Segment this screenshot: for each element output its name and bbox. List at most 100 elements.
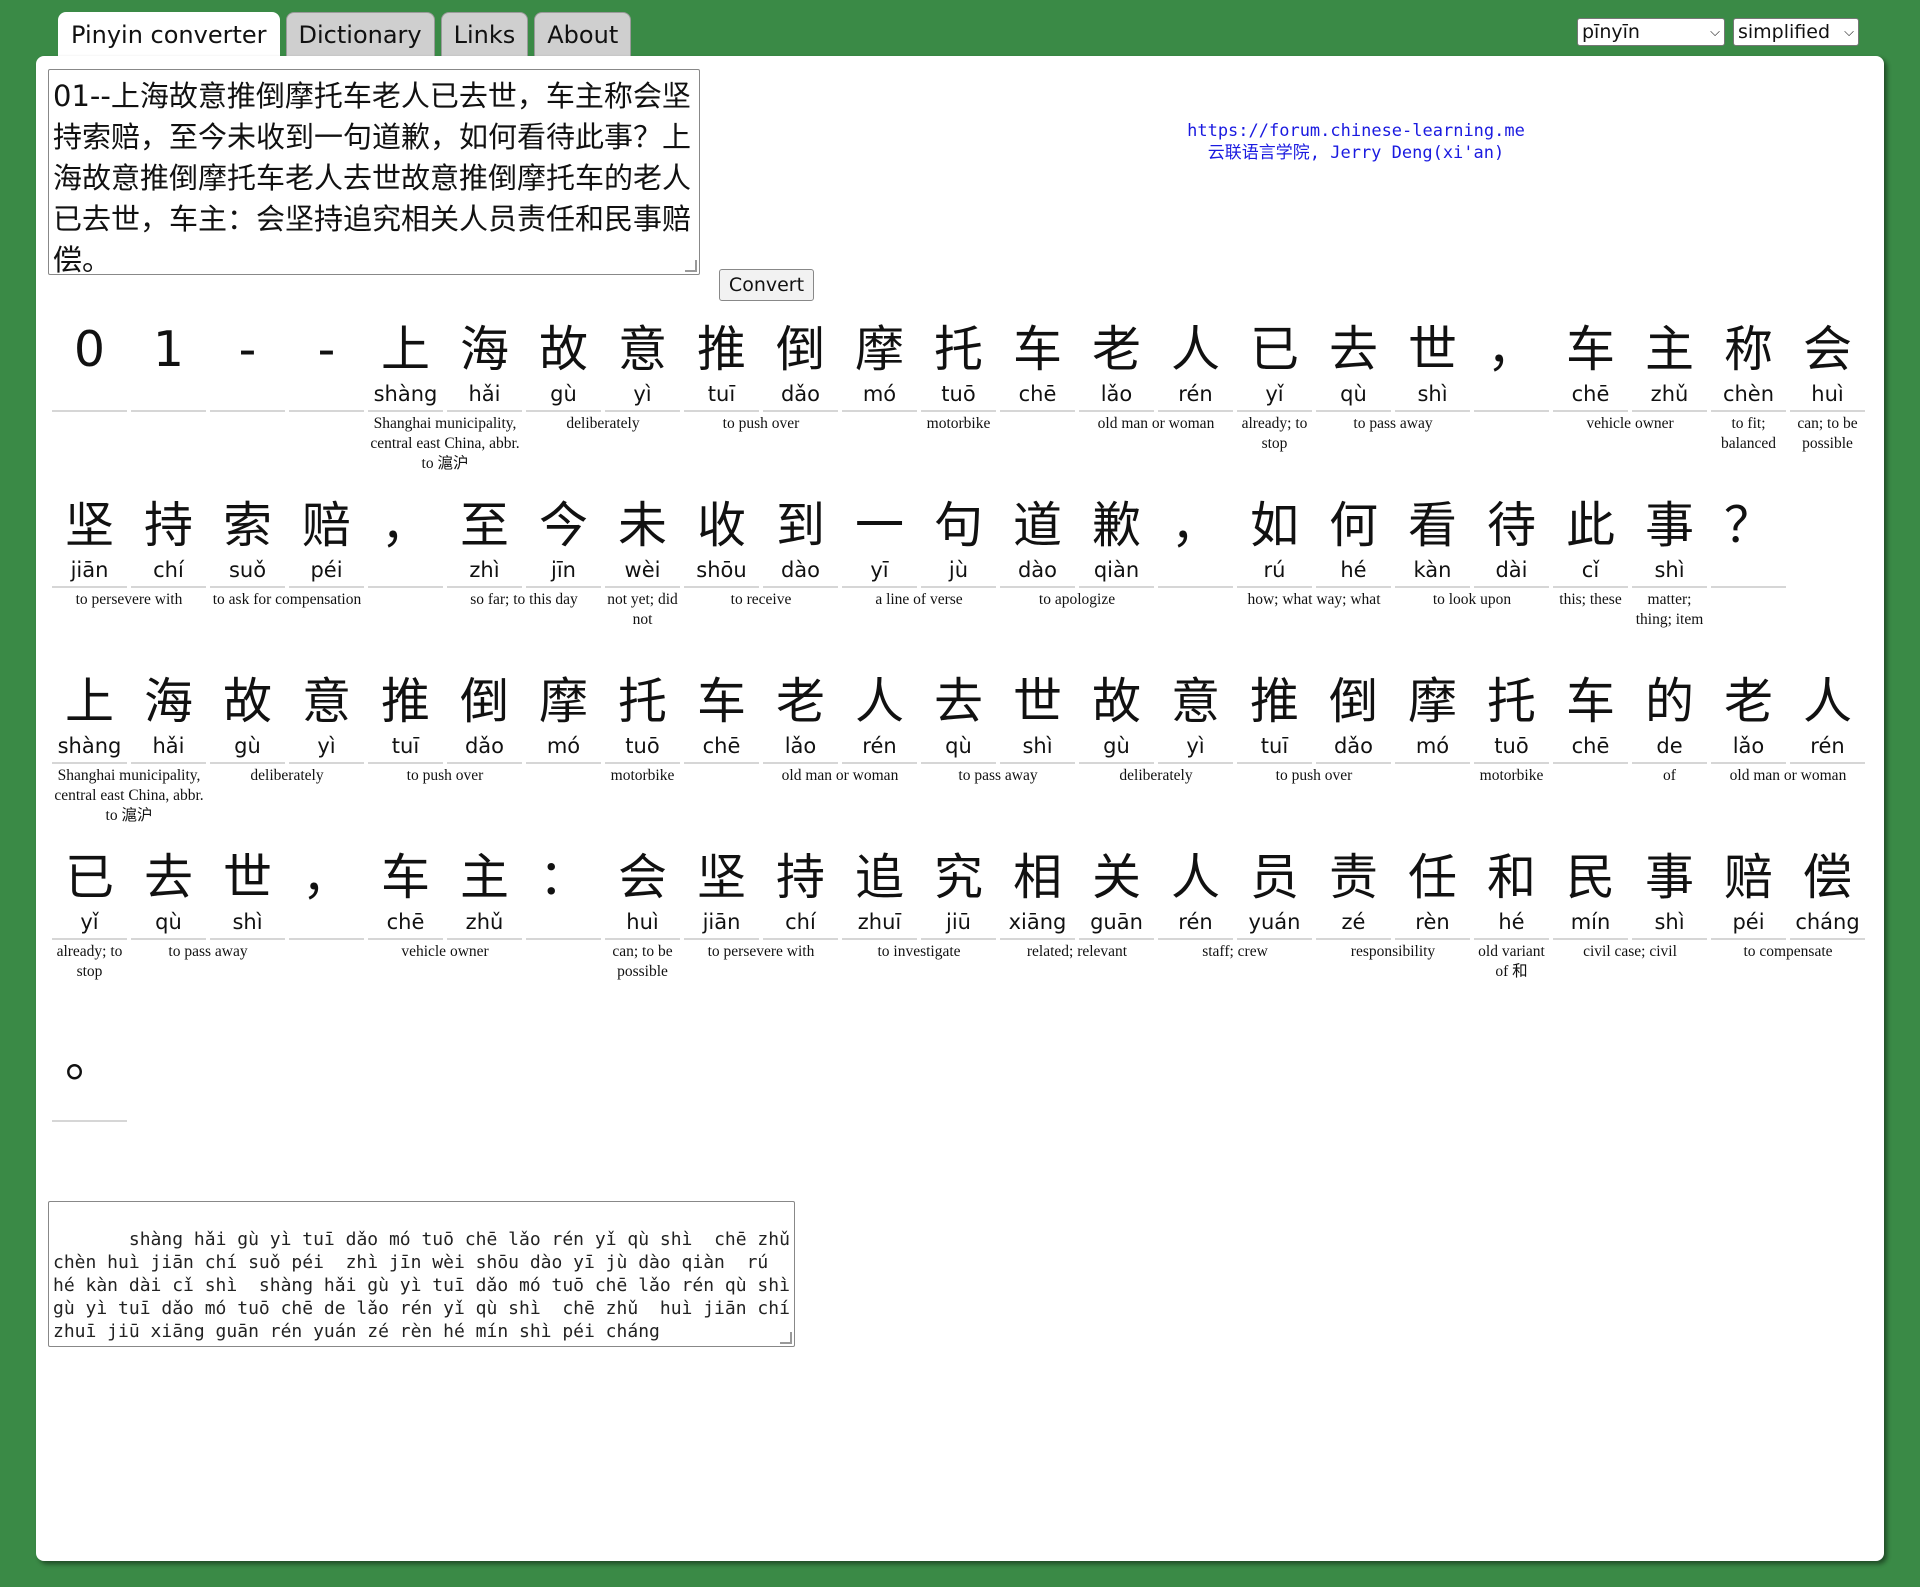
char-cell[interactable]: 车 chē [1551, 672, 1630, 852]
char-cell[interactable]: 世 shì [208, 848, 287, 1028]
tab-about[interactable]: About [534, 12, 632, 57]
chinese-input-textarea[interactable]: 01--上海故意推倒摩托车老人已去世，车主称会坚持索赔，至今未收到一句道歉，如何… [48, 69, 700, 275]
char-cell[interactable]: 此 cǐ [1551, 496, 1630, 676]
char-cell[interactable]: 车 chē [1551, 320, 1630, 500]
char-cell[interactable]: 倒 dǎo [1314, 672, 1393, 852]
char-cell[interactable]: 至 zhì [445, 496, 524, 676]
char-cell[interactable]: 倒 dǎo [445, 672, 524, 852]
char-cell[interactable]: 持 chí [129, 496, 208, 676]
char-cell[interactable]: 车 chē [682, 672, 761, 852]
char-cell[interactable]: 句 jù [919, 496, 998, 676]
char-cell[interactable]: 歉 qiàn [1077, 496, 1156, 676]
char-cell[interactable]: 世 shì [1393, 320, 1472, 500]
char-cell[interactable]: 0 [50, 320, 129, 500]
char-cell[interactable]: 员 yuán [1235, 848, 1314, 1028]
char-cell[interactable]: 关 guān [1077, 848, 1156, 1028]
script-select[interactable]: simplified ⌵ [1733, 18, 1859, 46]
char-cell[interactable]: 收 shōu [682, 496, 761, 676]
char-cell[interactable]: 人 rén [1156, 320, 1235, 500]
char-cell[interactable]: 事 shì [1630, 496, 1709, 676]
char-cell[interactable]: 推 tuī [1235, 672, 1314, 852]
char-cell[interactable]: 托 tuō [603, 672, 682, 852]
char-cell[interactable]: 待 dài [1472, 496, 1551, 676]
char-cell[interactable]: 老 lǎo [761, 672, 840, 852]
char-cell[interactable]: 摩 mó [524, 672, 603, 852]
char-cell[interactable]: 相 xiāng [998, 848, 1077, 1028]
char-cell[interactable]: 称 chèn [1709, 320, 1788, 500]
char-cell[interactable]: 究 jiū [919, 848, 998, 1028]
convert-button[interactable]: Convert [719, 269, 814, 301]
resize-handle-icon[interactable] [685, 260, 697, 272]
char-cell[interactable]: 的 de [1630, 672, 1709, 852]
char-cell[interactable]: 去 qù [129, 848, 208, 1028]
char-cell[interactable]: 托 tuō [1472, 672, 1551, 852]
char-cell[interactable]: 摩 mó [840, 320, 919, 500]
tab-dictionary[interactable]: Dictionary [285, 12, 435, 57]
char-cell[interactable]: 。 [50, 1030, 129, 1210]
char-cell[interactable]: - [208, 320, 287, 500]
resize-handle-icon[interactable] [780, 1332, 792, 1344]
char-cell[interactable]: 如 rú [1235, 496, 1314, 676]
char-cell[interactable]: 故 gù [208, 672, 287, 852]
char-cell[interactable]: - [287, 320, 366, 500]
char-cell[interactable]: 人 rén [1788, 672, 1867, 852]
char-cell[interactable]: ， [1156, 496, 1235, 676]
char-cell[interactable]: 主 zhǔ [445, 848, 524, 1028]
char-cell[interactable]: 意 yì [287, 672, 366, 852]
char-cell[interactable]: 民 mín [1551, 848, 1630, 1028]
char-cell[interactable]: 和 hé [1472, 848, 1551, 1028]
char-cell[interactable]: 赔 péi [287, 496, 366, 676]
char-cell[interactable]: 倒 dǎo [761, 320, 840, 500]
char-cell[interactable]: ？ [1709, 496, 1788, 676]
char-cell[interactable]: 赔 péi [1709, 848, 1788, 1028]
char-cell[interactable]: 主 zhǔ [1630, 320, 1709, 500]
char-cell[interactable]: 托 tuō [919, 320, 998, 500]
char-cell[interactable]: 1 [129, 320, 208, 500]
char-cell[interactable]: 故 gù [1077, 672, 1156, 852]
char-cell[interactable]: 老 lǎo [1077, 320, 1156, 500]
char-cell[interactable]: 推 tuī [682, 320, 761, 500]
char-cell[interactable]: 去 qù [1314, 320, 1393, 500]
char-cell[interactable]: 今 jīn [524, 496, 603, 676]
romanization-select[interactable]: pīnyīn ⌵ [1577, 18, 1725, 46]
char-cell[interactable]: 到 dào [761, 496, 840, 676]
char-cell[interactable]: 意 yì [1156, 672, 1235, 852]
char-cell[interactable]: 道 dào [998, 496, 1077, 676]
char-cell[interactable]: 何 hé [1314, 496, 1393, 676]
char-cell[interactable]: 偿 cháng [1788, 848, 1867, 1028]
char-cell[interactable]: ， [366, 496, 445, 676]
char-cell[interactable]: 一 yī [840, 496, 919, 676]
char-cell[interactable]: 会 huì [603, 848, 682, 1028]
char-cell[interactable]: ， [287, 848, 366, 1028]
char-cell[interactable]: 追 zhuī [840, 848, 919, 1028]
char-cell[interactable]: ， [1472, 320, 1551, 500]
char-cell[interactable]: 已 yǐ [50, 848, 129, 1028]
char-cell[interactable]: 已 yǐ [1235, 320, 1314, 500]
char-cell[interactable]: 世 shì [998, 672, 1077, 852]
char-cell[interactable]: 意 yì [603, 320, 682, 500]
char-cell[interactable]: ： [524, 848, 603, 1028]
char-cell[interactable]: 摩 mó [1393, 672, 1472, 852]
char-cell[interactable]: 故 gù [524, 320, 603, 500]
char-cell[interactable]: 去 qù [919, 672, 998, 852]
char-cell[interactable]: 人 rén [840, 672, 919, 852]
pinyin-output-textarea[interactable]: shàng hǎi gù yì tuī dǎo mó tuō chē lǎo r… [48, 1201, 795, 1347]
char-cell[interactable]: 持 chí [761, 848, 840, 1028]
char-cell[interactable]: 未 wèi [603, 496, 682, 676]
char-cell[interactable]: 车 chē [366, 848, 445, 1028]
char-cell[interactable]: 会 huì [1788, 320, 1867, 500]
char-cell[interactable]: 老 lǎo [1709, 672, 1788, 852]
tab-pinyin-converter[interactable]: Pinyin converter [58, 12, 280, 60]
tab-links[interactable]: Links [440, 12, 529, 57]
char-cell[interactable]: 看 kàn [1393, 496, 1472, 676]
char-cell[interactable]: 事 shì [1630, 848, 1709, 1028]
char-cell[interactable]: 索 suǒ [208, 496, 287, 676]
char-cell[interactable]: 责 zé [1314, 848, 1393, 1028]
char-cell[interactable]: 推 tuī [366, 672, 445, 852]
forum-link[interactable]: https://forum.chinese-learning.me [1156, 120, 1556, 142]
char-cell[interactable]: 人 rén [1156, 848, 1235, 1028]
char-cell[interactable]: 任 rèn [1393, 848, 1472, 1028]
char-cell[interactable]: 车 chē [998, 320, 1077, 500]
char-cell[interactable]: 坚 jiān [50, 496, 129, 676]
char-cell[interactable]: 坚 jiān [682, 848, 761, 1028]
